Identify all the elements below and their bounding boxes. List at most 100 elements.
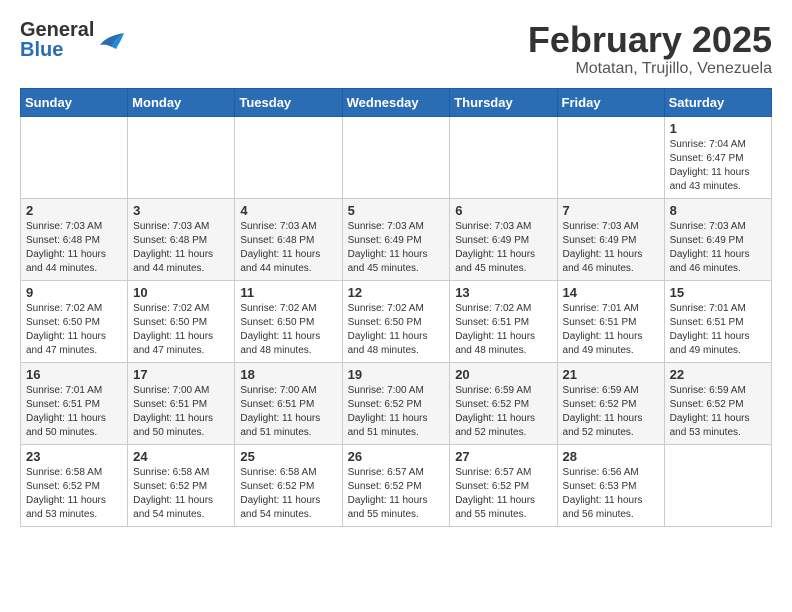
calendar-cell: 27 Sunrise: 6:57 AM Sunset: 6:52 PM Dayli… [450, 444, 557, 526]
logo-bird-icon [98, 29, 126, 51]
day-number: 3 [133, 203, 229, 218]
day-number: 8 [670, 203, 766, 218]
day-number: 26 [348, 449, 445, 464]
day-number: 13 [455, 285, 551, 300]
calendar-cell [21, 116, 128, 198]
day-number: 16 [26, 367, 122, 382]
day-info: Sunrise: 7:03 AM Sunset: 6:49 PM Dayligh… [670, 220, 766, 276]
day-info: Sunrise: 7:02 AM Sunset: 6:50 PM Dayligh… [240, 302, 336, 358]
day-info: Sunrise: 7:02 AM Sunset: 6:51 PM Dayligh… [455, 302, 551, 358]
day-number: 15 [670, 285, 766, 300]
logo: General Blue [20, 20, 126, 60]
day-info: Sunrise: 7:01 AM Sunset: 6:51 PM Dayligh… [26, 384, 122, 440]
calendar-cell: 12 Sunrise: 7:02 AM Sunset: 6:50 PM Dayli… [342, 280, 450, 362]
day-info: Sunrise: 6:56 AM Sunset: 6:53 PM Dayligh… [563, 466, 659, 522]
calendar-cell [557, 116, 664, 198]
weekday-header-saturday: Saturday [664, 88, 771, 116]
day-number: 28 [563, 449, 659, 464]
day-info: Sunrise: 7:04 AM Sunset: 6:47 PM Dayligh… [670, 138, 766, 194]
calendar-cell [342, 116, 450, 198]
title-area: February 2025 Motatan, Trujillo, Venezue… [528, 20, 772, 78]
day-number: 23 [26, 449, 122, 464]
day-info: Sunrise: 6:58 AM Sunset: 6:52 PM Dayligh… [240, 466, 336, 522]
day-number: 5 [348, 203, 445, 218]
calendar-cell [235, 116, 342, 198]
calendar-cell: 25 Sunrise: 6:58 AM Sunset: 6:52 PM Dayli… [235, 444, 342, 526]
day-info: Sunrise: 6:58 AM Sunset: 6:52 PM Dayligh… [26, 466, 122, 522]
weekday-header-friday: Friday [557, 88, 664, 116]
day-info: Sunrise: 7:02 AM Sunset: 6:50 PM Dayligh… [26, 302, 122, 358]
calendar-cell: 22 Sunrise: 6:59 AM Sunset: 6:52 PM Dayli… [664, 362, 771, 444]
calendar-cell: 7 Sunrise: 7:03 AM Sunset: 6:49 PM Daylig… [557, 198, 664, 280]
day-number: 27 [455, 449, 551, 464]
calendar-cell: 20 Sunrise: 6:59 AM Sunset: 6:52 PM Dayli… [450, 362, 557, 444]
calendar-cell: 16 Sunrise: 7:01 AM Sunset: 6:51 PM Dayli… [21, 362, 128, 444]
day-number: 18 [240, 367, 336, 382]
day-number: 12 [348, 285, 445, 300]
day-info: Sunrise: 7:03 AM Sunset: 6:49 PM Dayligh… [563, 220, 659, 276]
day-info: Sunrise: 6:57 AM Sunset: 6:52 PM Dayligh… [455, 466, 551, 522]
day-number: 2 [26, 203, 122, 218]
calendar-week-row: 2 Sunrise: 7:03 AM Sunset: 6:48 PM Daylig… [21, 198, 772, 280]
day-info: Sunrise: 6:59 AM Sunset: 6:52 PM Dayligh… [670, 384, 766, 440]
month-title: February 2025 [528, 20, 772, 60]
weekday-header-row: SundayMondayTuesdayWednesdayThursdayFrid… [21, 88, 772, 116]
weekday-header-sunday: Sunday [21, 88, 128, 116]
day-info: Sunrise: 6:59 AM Sunset: 6:52 PM Dayligh… [563, 384, 659, 440]
calendar-cell: 23 Sunrise: 6:58 AM Sunset: 6:52 PM Dayli… [21, 444, 128, 526]
day-number: 1 [670, 121, 766, 136]
calendar-cell: 9 Sunrise: 7:02 AM Sunset: 6:50 PM Daylig… [21, 280, 128, 362]
calendar-cell [128, 116, 235, 198]
calendar-cell: 4 Sunrise: 7:03 AM Sunset: 6:48 PM Daylig… [235, 198, 342, 280]
logo-name: General Blue [20, 20, 94, 60]
calendar-cell: 15 Sunrise: 7:01 AM Sunset: 6:51 PM Dayli… [664, 280, 771, 362]
calendar-week-row: 9 Sunrise: 7:02 AM Sunset: 6:50 PM Daylig… [21, 280, 772, 362]
calendar-cell: 6Sunrise: 7:03 AM Sunset: 6:49 PM Daylig… [450, 198, 557, 280]
day-number: 19 [348, 367, 445, 382]
day-number: 9 [26, 285, 122, 300]
weekday-header-wednesday: Wednesday [342, 88, 450, 116]
calendar-cell: 14 Sunrise: 7:01 AM Sunset: 6:51 PM Dayli… [557, 280, 664, 362]
calendar-cell [450, 116, 557, 198]
calendar-cell: 2Sunrise: 7:03 AM Sunset: 6:48 PM Daylig… [21, 198, 128, 280]
day-number: 22 [670, 367, 766, 382]
day-info: Sunrise: 7:02 AM Sunset: 6:50 PM Dayligh… [348, 302, 445, 358]
day-info: Sunrise: 7:00 AM Sunset: 6:51 PM Dayligh… [240, 384, 336, 440]
day-number: 7 [563, 203, 659, 218]
calendar-cell: 8 Sunrise: 7:03 AM Sunset: 6:49 PM Daylig… [664, 198, 771, 280]
logo-blue: Blue [20, 40, 94, 60]
day-number: 4 [240, 203, 336, 218]
weekday-header-monday: Monday [128, 88, 235, 116]
day-info: Sunrise: 7:00 AM Sunset: 6:51 PM Dayligh… [133, 384, 229, 440]
calendar-cell: 21 Sunrise: 6:59 AM Sunset: 6:52 PM Dayli… [557, 362, 664, 444]
day-info: Sunrise: 7:03 AM Sunset: 6:49 PM Dayligh… [348, 220, 445, 276]
day-number: 20 [455, 367, 551, 382]
calendar-cell: 10Sunrise: 7:02 AM Sunset: 6:50 PM Dayli… [128, 280, 235, 362]
day-number: 17 [133, 367, 229, 382]
day-info: Sunrise: 7:03 AM Sunset: 6:48 PM Dayligh… [133, 220, 229, 276]
calendar-week-row: 16 Sunrise: 7:01 AM Sunset: 6:51 PM Dayli… [21, 362, 772, 444]
day-info: Sunrise: 7:03 AM Sunset: 6:48 PM Dayligh… [240, 220, 336, 276]
day-info: Sunrise: 6:58 AM Sunset: 6:52 PM Dayligh… [133, 466, 229, 522]
day-number: 25 [240, 449, 336, 464]
day-info: Sunrise: 7:00 AM Sunset: 6:52 PM Dayligh… [348, 384, 445, 440]
calendar-cell: 13 Sunrise: 7:02 AM Sunset: 6:51 PM Dayli… [450, 280, 557, 362]
calendar-cell: 1 Sunrise: 7:04 AM Sunset: 6:47 PM Daylig… [664, 116, 771, 198]
calendar-cell: 26 Sunrise: 6:57 AM Sunset: 6:52 PM Dayli… [342, 444, 450, 526]
calendar-cell: 3 Sunrise: 7:03 AM Sunset: 6:48 PM Daylig… [128, 198, 235, 280]
day-info: Sunrise: 7:02 AM Sunset: 6:50 PM Dayligh… [133, 302, 229, 358]
day-info: Sunrise: 7:01 AM Sunset: 6:51 PM Dayligh… [563, 302, 659, 358]
day-info: Sunrise: 7:01 AM Sunset: 6:51 PM Dayligh… [670, 302, 766, 358]
page-header: General Blue February 2025 Motatan, Truj… [20, 20, 772, 78]
day-info: Sunrise: 6:59 AM Sunset: 6:52 PM Dayligh… [455, 384, 551, 440]
day-info: Sunrise: 6:57 AM Sunset: 6:52 PM Dayligh… [348, 466, 445, 522]
weekday-header-thursday: Thursday [450, 88, 557, 116]
day-info: Sunrise: 7:03 AM Sunset: 6:49 PM Dayligh… [455, 220, 551, 276]
calendar-cell: 5 Sunrise: 7:03 AM Sunset: 6:49 PM Daylig… [342, 198, 450, 280]
calendar-week-row: 1 Sunrise: 7:04 AM Sunset: 6:47 PM Daylig… [21, 116, 772, 198]
calendar-cell [664, 444, 771, 526]
day-number: 24 [133, 449, 229, 464]
day-number: 14 [563, 285, 659, 300]
location: Motatan, Trujillo, Venezuela [528, 60, 772, 78]
day-number: 21 [563, 367, 659, 382]
